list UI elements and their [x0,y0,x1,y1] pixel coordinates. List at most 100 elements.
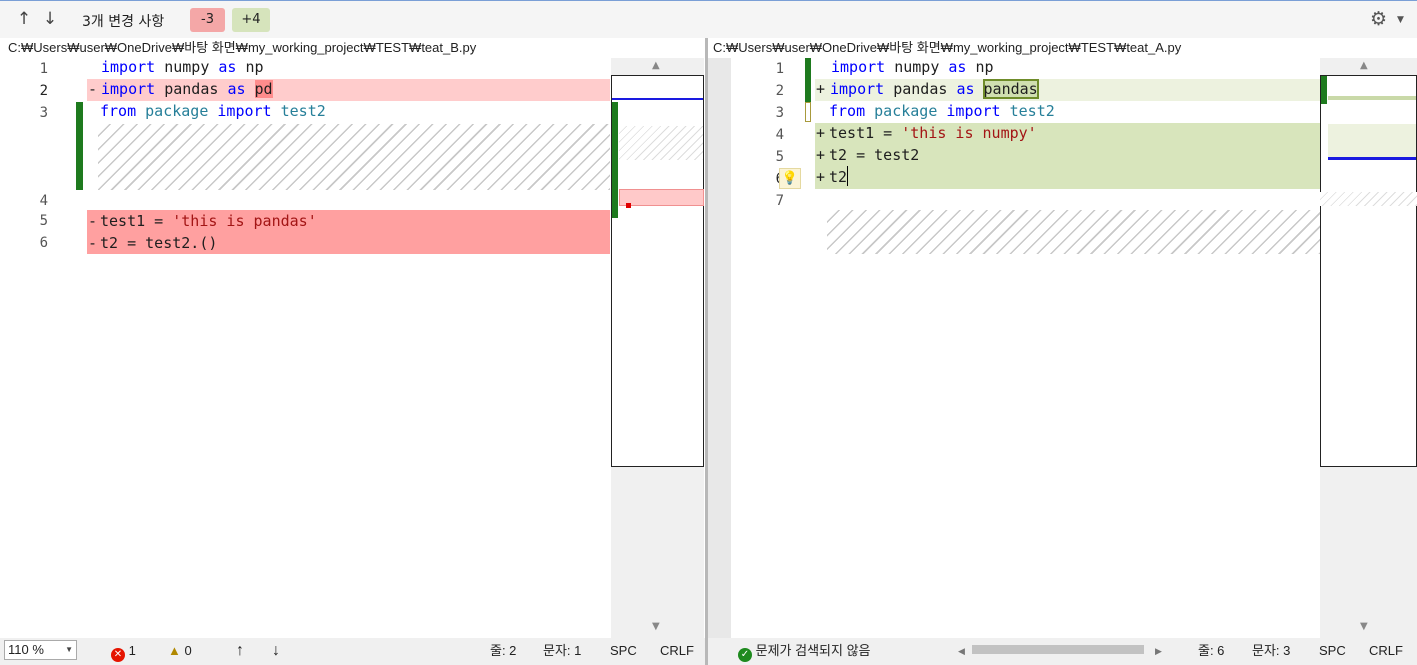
right-editor[interactable]: 1 2 3 4 5 6 7 import numpy as np + impor… [708,58,1417,638]
added-marker: + [816,168,826,186]
added-count-badge[interactable]: +4 [232,8,270,32]
line-number: 1 [39,61,48,77]
arrow-down-icon[interactable]: ↓ [40,9,60,29]
lightbulb-icon[interactable]: 💡 [779,168,801,189]
line-number: 2 [775,83,784,99]
arrow-up-icon[interactable]: ↑ [236,640,244,662]
line-number: 4 [39,193,48,209]
deleted-count-badge[interactable]: -3 [190,8,225,32]
map-added [1328,96,1416,100]
gear-icon[interactable]: ⚙ [1370,9,1387,29]
map-change-bar [612,102,618,218]
scroll-up-icon[interactable]: ▲ [652,60,660,71]
warning-count-value: 0 [184,643,192,658]
error-count-value: 1 [128,643,136,658]
map-hatch [1320,192,1417,206]
chevron-down-icon[interactable]: ▼ [1397,15,1404,25]
arrow-down-icon[interactable]: ↓ [272,640,280,662]
added-marker: + [816,124,826,142]
line-indicator[interactable]: 줄: 2 [490,640,516,662]
keyword: as [227,80,246,98]
code-text: pandas [155,80,228,98]
overview-map[interactable] [1320,75,1417,467]
line-number: 6 [39,235,48,251]
scroll-down-icon[interactable]: ▼ [652,621,660,632]
horizontal-scrollbar-thumb[interactable] [972,645,1144,654]
placeholder-hatch [98,124,610,190]
keyword: import [217,102,272,120]
deleted-marker: - [88,212,98,230]
scroll-up-icon[interactable]: ▲ [1360,60,1368,71]
spc-indicator[interactable]: SPC [610,640,637,662]
problems-indicator[interactable]: ✓ 문제가 검색되지 않음 [738,640,871,662]
map-added-block [1328,124,1416,158]
chevron-down-icon: ▼ [65,645,73,654]
eol-indicator[interactable]: CRLF [1369,640,1403,662]
map-deleted [619,189,704,206]
code-line[interactable]: import pandas as pd [101,78,273,100]
added-marker: + [816,146,826,164]
char-indicator[interactable]: 문자: 1 [543,640,581,662]
error-count[interactable]: ✕ 1 [111,640,136,662]
string-literal: 'this is numpy' [901,124,1037,142]
code-line[interactable]: import pandas as pandas [830,78,1039,100]
warning-count[interactable]: ▲ 0 [168,640,192,662]
map-marker [612,98,703,100]
code-line[interactable]: import numpy as np [831,58,994,78]
code-line[interactable]: t2 = test2.() [100,232,217,254]
change-summary: 3개 변경 사항 [82,14,165,30]
code-text: package [865,102,947,120]
keyword: import [101,80,156,98]
margin-strip [708,58,731,638]
deleted-marker: - [88,234,98,252]
code-line[interactable]: from package import test2 [829,100,1055,122]
line-number: 3 [775,105,784,121]
added-word-highlight: pandas [982,79,1039,99]
left-status-bar: 110 % ▼ ✕ 1 ▲ 0 ↑ ↓ 줄: 2 문자: 1 SPC CRLF [0,638,705,665]
change-bar [76,102,83,190]
code-line[interactable]: test1 = 'this is numpy' [829,122,1037,144]
code-text: numpy [885,58,949,76]
eol-indicator[interactable]: CRLF [660,640,694,662]
map-hatch [619,126,703,160]
code-line[interactable]: t2 = test2 [829,144,919,166]
code-text: test2 [271,102,326,120]
problems-text: 문제가 검색되지 않음 [755,643,871,658]
line-number: 2 [39,83,48,99]
keyword: as [218,58,237,76]
line-number: 3 [39,105,48,121]
warning-icon: ▲ [168,643,181,658]
line-indicator[interactable]: 줄: 6 [1198,640,1224,662]
keyword: as [956,80,975,98]
zoom-value: 110 % [8,642,44,657]
keyword: import [831,58,886,76]
char-indicator[interactable]: 문자: 3 [1252,640,1290,662]
right-file-path: C:₩Users₩user₩OneDrive₩바탕 화면₩my_working_… [713,40,1182,55]
code-line[interactable]: test1 = 'this is pandas' [100,210,317,232]
code-text: pandas [884,80,957,98]
scroll-left-icon[interactable]: ◀ [958,640,965,662]
check-icon: ✓ [738,648,752,662]
code-text: np [966,58,994,76]
spc-indicator[interactable]: SPC [1319,640,1346,662]
error-icon: ✕ [111,648,125,662]
keyword: import [830,80,885,98]
left-editor[interactable]: 1 2 3 4 5 6 import numpy as np - import … [0,58,705,638]
code-text: numpy [155,58,219,76]
code-line[interactable]: import numpy as np [101,58,264,78]
scroll-down-icon[interactable]: ▼ [1360,621,1368,632]
string-literal: 'this is pandas' [172,212,317,230]
deleted-marker: - [88,80,98,98]
right-status-bar: ✓ 문제가 검색되지 않음 ◀ ▶ 줄: 6 문자: 3 SPC CRLF [708,638,1417,665]
line-number: 1 [775,61,784,77]
code-text: np [236,58,264,76]
overview-map[interactable] [611,75,704,467]
arrow-up-icon[interactable]: ↑ [14,9,34,29]
line-number: 7 [775,193,784,209]
keyword: from [829,102,866,120]
code-line[interactable]: t2 [829,166,849,186]
scroll-right-icon[interactable]: ▶ [1155,640,1162,662]
zoom-select[interactable]: 110 % ▼ [4,640,77,660]
code-line[interactable]: from package import test2 [100,100,326,122]
